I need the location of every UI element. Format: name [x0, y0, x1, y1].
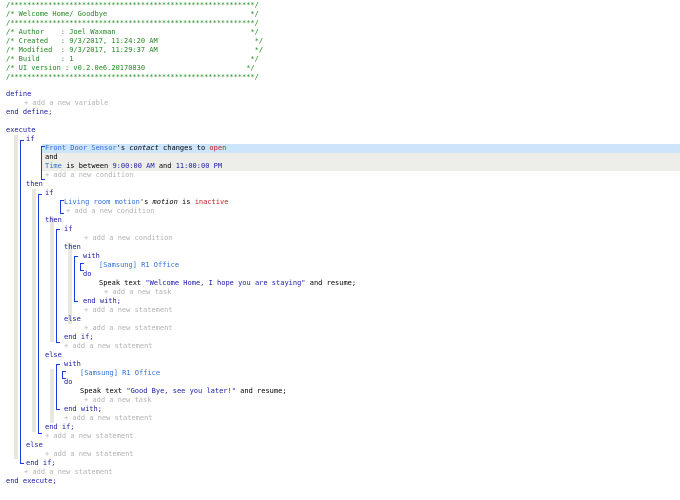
add-statement-link[interactable]: + add a new statement	[84, 324, 173, 333]
end-if-keyword[interactable]: end if;	[64, 333, 94, 342]
else-keyword[interactable]: else	[64, 315, 81, 324]
add-statement-link[interactable]: + add a new statement	[64, 342, 153, 351]
indent-bar	[14, 135, 18, 459]
value-open: open	[209, 144, 227, 152]
header-created: /* Created : 9/3/2017, 11:24:20 AM */	[6, 37, 264, 45]
inner-if-bracket	[56, 229, 60, 343]
add-statement-link[interactable]: + add a new statement	[45, 432, 134, 441]
else-keyword[interactable]: else	[45, 351, 62, 360]
end-if-keyword[interactable]: end if;	[45, 423, 75, 432]
add-condition-link[interactable]: + add a new condition	[84, 234, 173, 243]
device-living-room-motion: Living room motion	[64, 198, 140, 206]
header-title: /* Welcome Home/ Goodbye */	[6, 10, 259, 18]
header-build: /* Build : 1 */	[6, 55, 259, 63]
header-border: /***************************************…	[6, 19, 259, 27]
end-with-keyword[interactable]: end with;	[64, 405, 102, 414]
header-border-top: /***************************************…	[6, 1, 259, 9]
end-if-keyword[interactable]: end if;	[26, 459, 56, 468]
speak-text-command: Speak text	[80, 387, 123, 395]
if-keyword[interactable]: if	[26, 135, 34, 144]
device-front-door-sensor: Front Door Sensor	[45, 144, 117, 152]
if-keyword[interactable]: if	[45, 189, 53, 198]
and-word: and	[158, 162, 172, 170]
header-author: /* Author : Joel Waxman */	[6, 28, 259, 36]
define-keyword[interactable]: define	[6, 90, 31, 99]
add-statement-link[interactable]: + add a new statement	[64, 414, 153, 423]
with-keyword[interactable]: with	[83, 252, 100, 261]
operator-is: is	[182, 198, 191, 206]
end-execute-keyword[interactable]: end execute;	[6, 477, 57, 486]
speak-task-welcome[interactable]: Speak text "Welcome Home, I hope you are…	[99, 279, 356, 288]
device-r1-office[interactable]: [Samsung] R1 Office	[80, 369, 160, 378]
speak-message: "Good Bye, see you later!"	[126, 387, 236, 395]
with-keyword[interactable]: with	[64, 360, 81, 369]
attribute-contact: contact	[129, 144, 159, 152]
and-resume: and resume;	[309, 279, 357, 287]
do-keyword[interactable]: do	[83, 270, 91, 279]
then-keyword[interactable]: then	[26, 180, 43, 189]
attribute-motion: motion	[152, 198, 178, 206]
speak-message: "Welcome Home, I hope you are staying"	[145, 279, 306, 287]
add-task-link[interactable]: + add a new task	[104, 288, 171, 297]
value-time-start: 9:00:00 AM	[112, 162, 155, 170]
indent-bar	[32, 189, 36, 432]
and-resume: and resume;	[240, 387, 287, 395]
speak-text-command: Speak text	[99, 279, 142, 287]
condition-living-room[interactable]: Living room motion's motion is inactive	[64, 198, 228, 207]
operator-is-between: is between	[66, 162, 109, 170]
with-bracket	[56, 364, 60, 410]
value-inactive: inactive	[194, 198, 229, 206]
add-variable-link[interactable]: + add a new variable	[24, 99, 108, 108]
add-statement-link[interactable]: + add a new statement	[45, 450, 134, 459]
then-keyword[interactable]: then	[45, 216, 62, 225]
and-operator[interactable]: and	[45, 153, 58, 162]
end-with-keyword[interactable]: end with;	[83, 297, 121, 306]
add-condition-link[interactable]: + add a new condition	[66, 207, 155, 216]
execute-keyword[interactable]: execute	[6, 126, 36, 135]
indent-bar	[68, 243, 72, 324]
if-keyword[interactable]: if	[64, 225, 72, 234]
header-ui-version: /* UI version : v0.2.0e6.20170830 */	[6, 64, 255, 72]
then-keyword[interactable]: then	[64, 243, 81, 252]
with-bracket	[74, 256, 78, 302]
operator-changes-to: changes to	[163, 144, 206, 152]
condition-time[interactable]: Time is between 9:00:00 AM and 11:00:00 …	[45, 162, 222, 171]
device-time: Time	[45, 162, 62, 170]
if-block-bracket	[20, 140, 24, 464]
add-condition-link[interactable]: + add a new condition	[45, 171, 134, 180]
possessive: 's	[116, 144, 126, 152]
indent-bar	[50, 216, 54, 342]
value-time-end: 11:00:00 PM	[175, 162, 223, 170]
end-define-keyword[interactable]: end define;	[6, 108, 52, 117]
condition-front-door[interactable]: Front Door Sensor's contact changes to o…	[45, 144, 226, 153]
header-modified: /* Modified : 9/3/2017, 11:29:37 AM */	[6, 46, 264, 54]
else-keyword[interactable]: else	[26, 441, 43, 450]
header-border-bottom: /***************************************…	[6, 73, 259, 81]
speak-task-goodbye[interactable]: Speak text "Good Bye, see you later!" an…	[80, 387, 287, 396]
do-keyword[interactable]: do	[64, 378, 72, 387]
indent-bar	[50, 369, 54, 423]
add-task-link[interactable]: + add a new task	[84, 396, 151, 405]
nested-if-bracket	[38, 194, 42, 434]
device-r1-office[interactable]: [Samsung] R1 Office	[99, 261, 179, 270]
add-statement-link[interactable]: + add a new statement	[84, 306, 173, 315]
possessive: 's	[139, 198, 149, 206]
add-statement-link[interactable]: + add a new statement	[24, 468, 113, 477]
